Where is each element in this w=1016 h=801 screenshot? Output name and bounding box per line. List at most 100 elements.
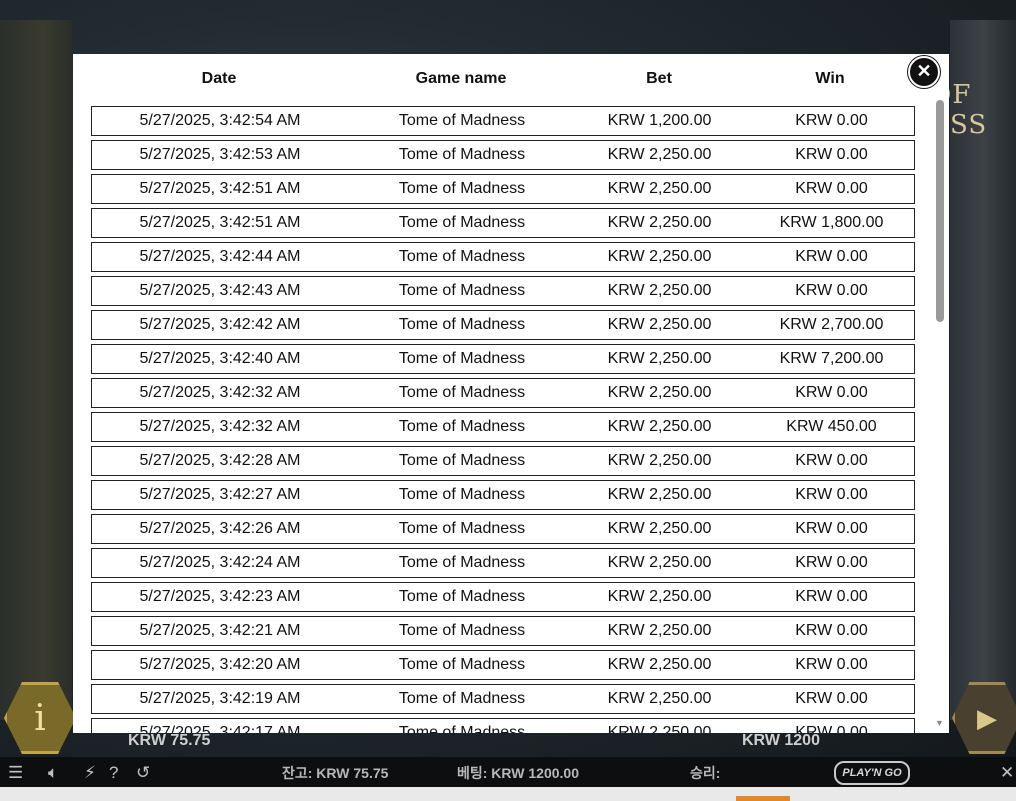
row-win: KRW 0.00: [795, 384, 868, 401]
row-bet: KRW 2,250.00: [607, 622, 712, 639]
table-row: 5/27/2025, 3:42:23 AM Tome of Madness KRW …: [91, 582, 915, 612]
row-game-name: Tome of Madness: [398, 622, 526, 639]
bet-overlay: KRW 1200: [742, 732, 820, 749]
menu-icon[interactable]: ☰: [8, 763, 23, 783]
table-row: 5/27/2025, 3:42:53 AM Tome of Madness KRW …: [91, 140, 915, 170]
row-win: KRW 1,800.00: [779, 214, 884, 231]
page-button-chip[interactable]: [736, 796, 790, 801]
row-game-name: Tome of Madness: [398, 316, 526, 333]
row-game-name: Tome of Madness: [398, 180, 526, 197]
table-row: 5/27/2025, 3:42:44 AM Tome of Madness KRW …: [91, 242, 915, 272]
row-bet: KRW 2,250.00: [607, 350, 712, 367]
row-date: 5/27/2025, 3:42:28 AM: [139, 452, 301, 469]
header-win: Win: [815, 70, 845, 87]
row-date: 5/27/2025, 3:42:40 AM: [139, 350, 301, 367]
row-date: 5/27/2025, 3:42:26 AM: [139, 520, 301, 537]
table-row: 5/27/2025, 3:42:32 AM Tome of Madness KRW …: [91, 412, 915, 442]
row-date: 5/27/2025, 3:42:53 AM: [139, 146, 301, 163]
row-win: KRW 0.00: [795, 452, 868, 469]
table-row: 5/27/2025, 3:42:51 AM Tome of Madness KRW …: [91, 208, 915, 238]
table-row: 5/27/2025, 3:42:32 AM Tome of Madness KRW …: [91, 378, 915, 408]
row-game-name: Tome of Madness: [398, 248, 526, 265]
row-bet: KRW 2,250.00: [607, 588, 712, 605]
close-button[interactable]: ✕: [908, 56, 940, 88]
row-date: 5/27/2025, 3:42:42 AM: [139, 316, 301, 333]
row-date: 5/27/2025, 3:42:24 AM: [139, 554, 301, 571]
help-icon[interactable]: ?: [109, 763, 118, 783]
row-game-name: Tome of Madness: [398, 724, 526, 733]
row-win: KRW 0.00: [795, 248, 868, 265]
row-win: KRW 0.00: [795, 180, 868, 197]
row-win: KRW 0.00: [795, 112, 868, 129]
row-win: KRW 7,200.00: [779, 350, 884, 367]
row-bet: KRW 2,250.00: [607, 554, 712, 571]
row-bet: KRW 2,250.00: [607, 520, 712, 537]
row-game-name: Tome of Madness: [398, 520, 526, 537]
page-strip: [0, 787, 1016, 801]
row-bet: KRW 2,250.00: [607, 452, 712, 469]
row-date: 5/27/2025, 3:42:51 AM: [139, 214, 301, 231]
row-game-name: Tome of Madness: [398, 690, 526, 707]
table-row: 5/27/2025, 3:42:42 AM Tome of Madness KRW …: [91, 310, 915, 340]
row-date: 5/27/2025, 3:42:20 AM: [139, 656, 301, 673]
scroll-down-icon[interactable]: ▼: [935, 718, 944, 728]
row-date: 5/27/2025, 3:42:17 AM: [139, 724, 301, 733]
balance-display: 잔고: KRW 75.75: [282, 765, 389, 781]
row-game-name: Tome of Madness: [398, 554, 526, 571]
row-bet: KRW 2,250.00: [607, 248, 712, 265]
row-win: KRW 0.00: [795, 690, 868, 707]
row-win: KRW 0.00: [795, 554, 868, 571]
row-date: 5/27/2025, 3:42:32 AM: [139, 384, 301, 401]
row-date: 5/27/2025, 3:42:23 AM: [139, 588, 301, 605]
row-bet: KRW 2,250.00: [607, 690, 712, 707]
table-row: 5/27/2025, 3:42:27 AM Tome of Madness KRW …: [91, 480, 915, 510]
row-win: KRW 2,700.00: [779, 316, 884, 333]
row-game-name: Tome of Madness: [398, 282, 526, 299]
info-icon: i: [34, 697, 46, 739]
row-game-name: Tome of Madness: [398, 112, 526, 129]
row-bet: KRW 2,250.00: [607, 146, 712, 163]
table-row: 5/27/2025, 3:42:43 AM Tome of Madness KRW …: [91, 276, 915, 306]
header-game-name: Game name: [415, 70, 507, 87]
row-bet: KRW 2,250.00: [607, 282, 712, 299]
table-row: 5/27/2025, 3:42:19 AM Tome of Madness KRW …: [91, 684, 915, 714]
row-game-name: Tome of Madness: [398, 588, 526, 605]
bet-history-modal: Date Game name Bet Win ✕ 5/27/2025, 3:42…: [73, 54, 949, 733]
row-bet: KRW 1,200.00: [607, 112, 712, 129]
scrollbar[interactable]: ▼: [933, 90, 947, 733]
history-icon[interactable]: ↺: [136, 763, 150, 783]
sound-icon[interactable]: 🔈︎: [48, 763, 58, 783]
balance-overlay: KRW 75.75: [128, 732, 211, 749]
row-bet: KRW 2,250.00: [607, 180, 712, 197]
close-icon[interactable]: ✕: [1000, 763, 1014, 783]
row-date: 5/27/2025, 3:42:51 AM: [139, 180, 301, 197]
table-row: 5/27/2025, 3:42:24 AM Tome of Madness KRW …: [91, 548, 915, 578]
provider-logo: PLAY'N GO: [834, 761, 910, 785]
turbo-icon[interactable]: ⚡︎: [84, 763, 96, 783]
row-date: 5/27/2025, 3:42:44 AM: [139, 248, 301, 265]
play-icon: ▶: [977, 702, 997, 733]
row-win: KRW 0.00: [795, 486, 868, 503]
table-row: 5/27/2025, 3:42:54 AM Tome of Madness KRW …: [91, 106, 915, 136]
row-date: 5/27/2025, 3:42:32 AM: [139, 418, 301, 435]
row-bet: KRW 2,250.00: [607, 214, 712, 231]
table-row: 5/27/2025, 3:42:51 AM Tome of Madness KRW …: [91, 174, 915, 204]
scroll-thumb[interactable]: [936, 100, 944, 322]
row-bet: KRW 2,250.00: [607, 384, 712, 401]
game-frame-left: [0, 20, 72, 720]
header-bet: Bet: [646, 70, 672, 87]
row-game-name: Tome of Madness: [398, 214, 526, 231]
table-row: 5/27/2025, 3:42:21 AM Tome of Madness KRW …: [91, 616, 915, 646]
row-game-name: Tome of Madness: [398, 384, 526, 401]
row-win: KRW 0.00: [795, 724, 868, 733]
table-row: 5/27/2025, 3:42:40 AM Tome of Madness KRW …: [91, 344, 915, 374]
row-bet: KRW 2,250.00: [607, 486, 712, 503]
close-icon: ✕: [916, 61, 932, 81]
table-row: 5/27/2025, 3:42:26 AM Tome of Madness KRW …: [91, 514, 915, 544]
row-win: KRW 0.00: [795, 520, 868, 537]
row-win: KRW 0.00: [795, 282, 868, 299]
row-win: KRW 0.00: [795, 656, 868, 673]
win-display: 승리:: [690, 765, 721, 781]
row-win: KRW 0.00: [795, 146, 868, 163]
row-date: 5/27/2025, 3:42:27 AM: [139, 486, 301, 503]
